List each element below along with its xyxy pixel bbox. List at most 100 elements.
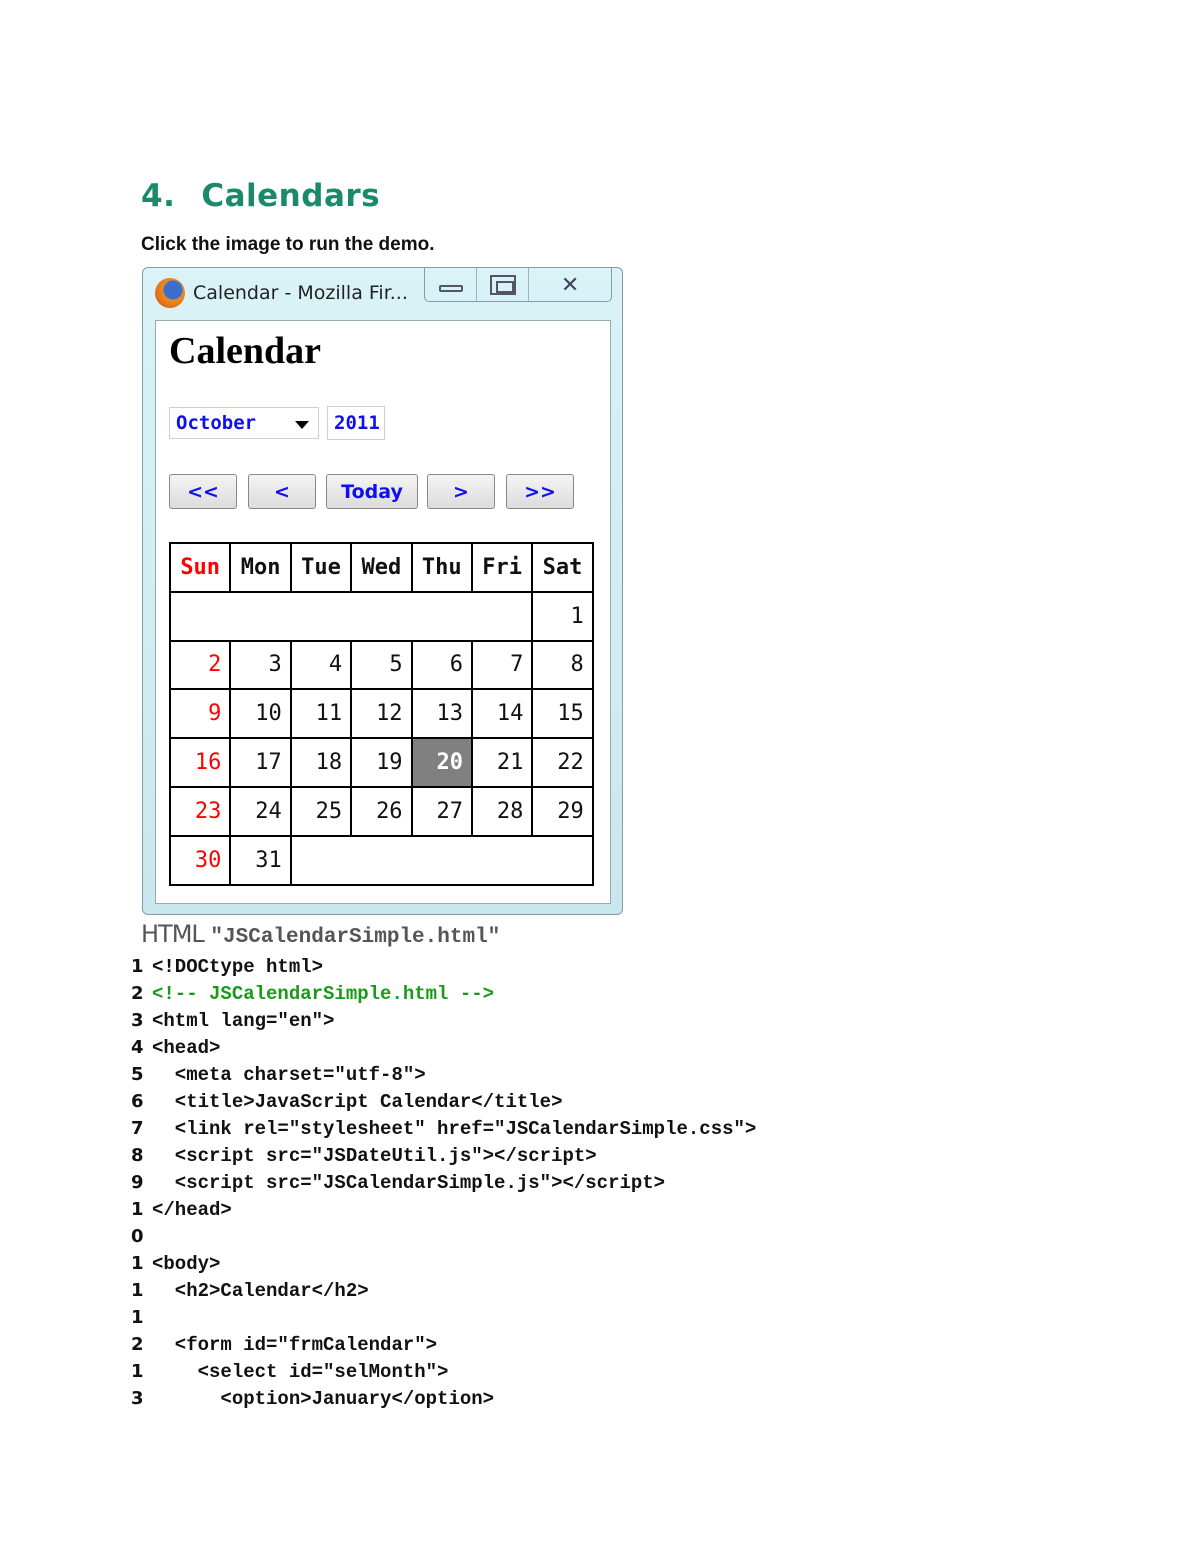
day-cell[interactable]: 18 bbox=[289, 737, 353, 788]
month-select[interactable]: October bbox=[169, 407, 319, 439]
day-cell[interactable]: 14 bbox=[470, 688, 534, 740]
day-cell[interactable]: 24 bbox=[229, 785, 292, 837]
day-header: Sat bbox=[531, 542, 594, 593]
day-cell[interactable]: 30 bbox=[168, 834, 232, 886]
today-button[interactable]: Today bbox=[326, 474, 418, 509]
line-number: 1 bbox=[131, 1361, 144, 1382]
prev-year-button[interactable]: << bbox=[169, 474, 237, 509]
day-cell[interactable]: 25 bbox=[289, 785, 353, 837]
day-cell[interactable]: 16 bbox=[168, 737, 232, 788]
day-cell[interactable]: 12 bbox=[350, 688, 413, 740]
line-number: 1 bbox=[131, 1307, 144, 1328]
line-number: 7 bbox=[131, 1118, 144, 1139]
code-caption: HTML "JSCalendarSimple.html" bbox=[141, 920, 500, 949]
code-line: 2 <form id="frmCalendar"> bbox=[131, 1331, 756, 1358]
next-month-button[interactable]: > bbox=[427, 474, 495, 509]
day-cell[interactable]: 22 bbox=[531, 737, 594, 788]
day-cell[interactable]: 5 bbox=[350, 639, 413, 691]
day-header: Sun bbox=[168, 542, 232, 593]
minimize-icon bbox=[438, 285, 463, 292]
caption-filename: "JSCalendarSimple.html" bbox=[210, 926, 501, 949]
code-text: <script src="JSCalendarSimple.js"></scri… bbox=[152, 1171, 666, 1194]
code-line: 8 <script src="JSDateUtil.js"></script> bbox=[131, 1142, 756, 1169]
day-cell[interactable]: 10 bbox=[229, 688, 292, 740]
code-text: <form id="frmCalendar"> bbox=[152, 1333, 438, 1356]
code-line: 1 <select id="selMonth"> bbox=[131, 1358, 756, 1385]
day-header: Mon bbox=[229, 542, 292, 593]
empty-cell bbox=[411, 834, 472, 886]
demo-screenshot[interactable]: Calendar - Mozilla Fir... ✕ Calendar Oct… bbox=[142, 267, 623, 915]
day-header: Thu bbox=[410, 542, 473, 593]
next-year-button[interactable]: >> bbox=[506, 474, 574, 509]
code-text: <head> bbox=[152, 1036, 221, 1059]
day-cell[interactable]: 23 bbox=[168, 785, 232, 837]
code-text: <html lang="en"> bbox=[152, 1009, 335, 1032]
day-cell[interactable]: 6 bbox=[410, 639, 473, 691]
code-text: <!DOCtype html> bbox=[152, 955, 324, 978]
month-value: October bbox=[176, 412, 257, 434]
day-cell[interactable]: 8 bbox=[531, 639, 594, 691]
dropdown-arrow-icon bbox=[295, 421, 309, 429]
today-cell[interactable]: 20 bbox=[410, 737, 473, 788]
code-line: 3 <option>January</option> bbox=[131, 1385, 756, 1412]
day-cell[interactable]: 11 bbox=[289, 688, 353, 740]
day-cell[interactable]: 3 bbox=[229, 639, 292, 691]
minimize-button[interactable] bbox=[425, 268, 478, 301]
day-cell[interactable]: 19 bbox=[350, 737, 413, 788]
line-number: 2 bbox=[131, 1334, 144, 1355]
code-line: 7 <link rel="stylesheet" href="JSCalenda… bbox=[131, 1115, 756, 1142]
day-cell[interactable]: 31 bbox=[229, 834, 292, 886]
code-text: <h2>Calendar</h2> bbox=[152, 1279, 369, 1302]
code-line: 1 <body> bbox=[131, 1250, 756, 1277]
day-cell[interactable]: 17 bbox=[229, 737, 292, 788]
line-number: 1 bbox=[131, 1280, 144, 1301]
day-cell[interactable]: 7 bbox=[470, 639, 534, 691]
day-cell[interactable]: 29 bbox=[531, 785, 594, 837]
day-header: Tue bbox=[289, 542, 353, 593]
code-text: <title>JavaScript Calendar</title> bbox=[152, 1090, 563, 1113]
empty-cell bbox=[411, 590, 472, 642]
day-cell[interactable]: 2 bbox=[168, 639, 232, 691]
code-text: <select id="selMonth"> bbox=[152, 1360, 449, 1383]
empty-cell bbox=[471, 590, 534, 642]
code-line: 6 <title>JavaScript Calendar</title> bbox=[131, 1088, 756, 1115]
empty-cell bbox=[532, 834, 594, 886]
code-line: 4 <head> bbox=[131, 1034, 756, 1061]
window-controls: ✕ bbox=[424, 268, 612, 302]
day-cell[interactable]: 28 bbox=[470, 785, 534, 837]
code-line: 1 <!DOCtype html> bbox=[131, 953, 756, 980]
line-number: 4 bbox=[131, 1037, 144, 1058]
code-line: 1 </head> bbox=[131, 1196, 756, 1223]
close-button[interactable]: ✕ bbox=[529, 268, 611, 301]
code-text: <body> bbox=[152, 1252, 221, 1275]
day-cell[interactable]: 13 bbox=[410, 688, 473, 740]
line-number: 1 bbox=[131, 956, 144, 977]
day-cell[interactable]: 4 bbox=[289, 639, 353, 691]
close-icon: ✕ bbox=[560, 271, 580, 297]
day-cell[interactable]: 27 bbox=[410, 785, 473, 837]
week-row: 2345678 bbox=[168, 639, 594, 691]
maximize-button[interactable] bbox=[477, 268, 530, 301]
empty-cell bbox=[168, 590, 231, 642]
day-cell[interactable]: 21 bbox=[470, 737, 534, 788]
line-number: 5 bbox=[131, 1064, 144, 1085]
empty-cell bbox=[290, 590, 352, 642]
day-cell[interactable]: 9 bbox=[168, 688, 232, 740]
year-input[interactable]: 2011 bbox=[327, 406, 385, 440]
week-row: 23 24 25 26 27 28 29 bbox=[168, 785, 594, 837]
empty-cell bbox=[471, 834, 533, 886]
code-text: <meta charset="utf-8"> bbox=[152, 1063, 426, 1086]
intro-text: Click the image to run the demo. bbox=[141, 234, 435, 255]
code-text: <option>January</option> bbox=[152, 1387, 495, 1410]
line-number: 0 bbox=[131, 1226, 144, 1247]
day-cell[interactable]: 1 bbox=[531, 590, 594, 642]
code-line: 3 <html lang="en"> bbox=[131, 1007, 756, 1034]
code-listing: 1 <!DOCtype html> 2 <!-- JSCalendarSimple.h… bbox=[131, 953, 756, 1412]
empty-cell bbox=[351, 590, 412, 642]
code-text: <link rel="stylesheet" href="JSCalendarS… bbox=[152, 1117, 757, 1140]
line-number: 9 bbox=[131, 1172, 144, 1193]
day-cell[interactable]: 26 bbox=[350, 785, 413, 837]
day-cell[interactable]: 15 bbox=[531, 688, 594, 740]
prev-month-button[interactable]: < bbox=[248, 474, 316, 509]
calendar-grid: Sun Mon Tue Wed Thu Fri Sat 1 2 3 4 5 6 7 8 9 10 11 12 13 14… bbox=[168, 542, 594, 886]
